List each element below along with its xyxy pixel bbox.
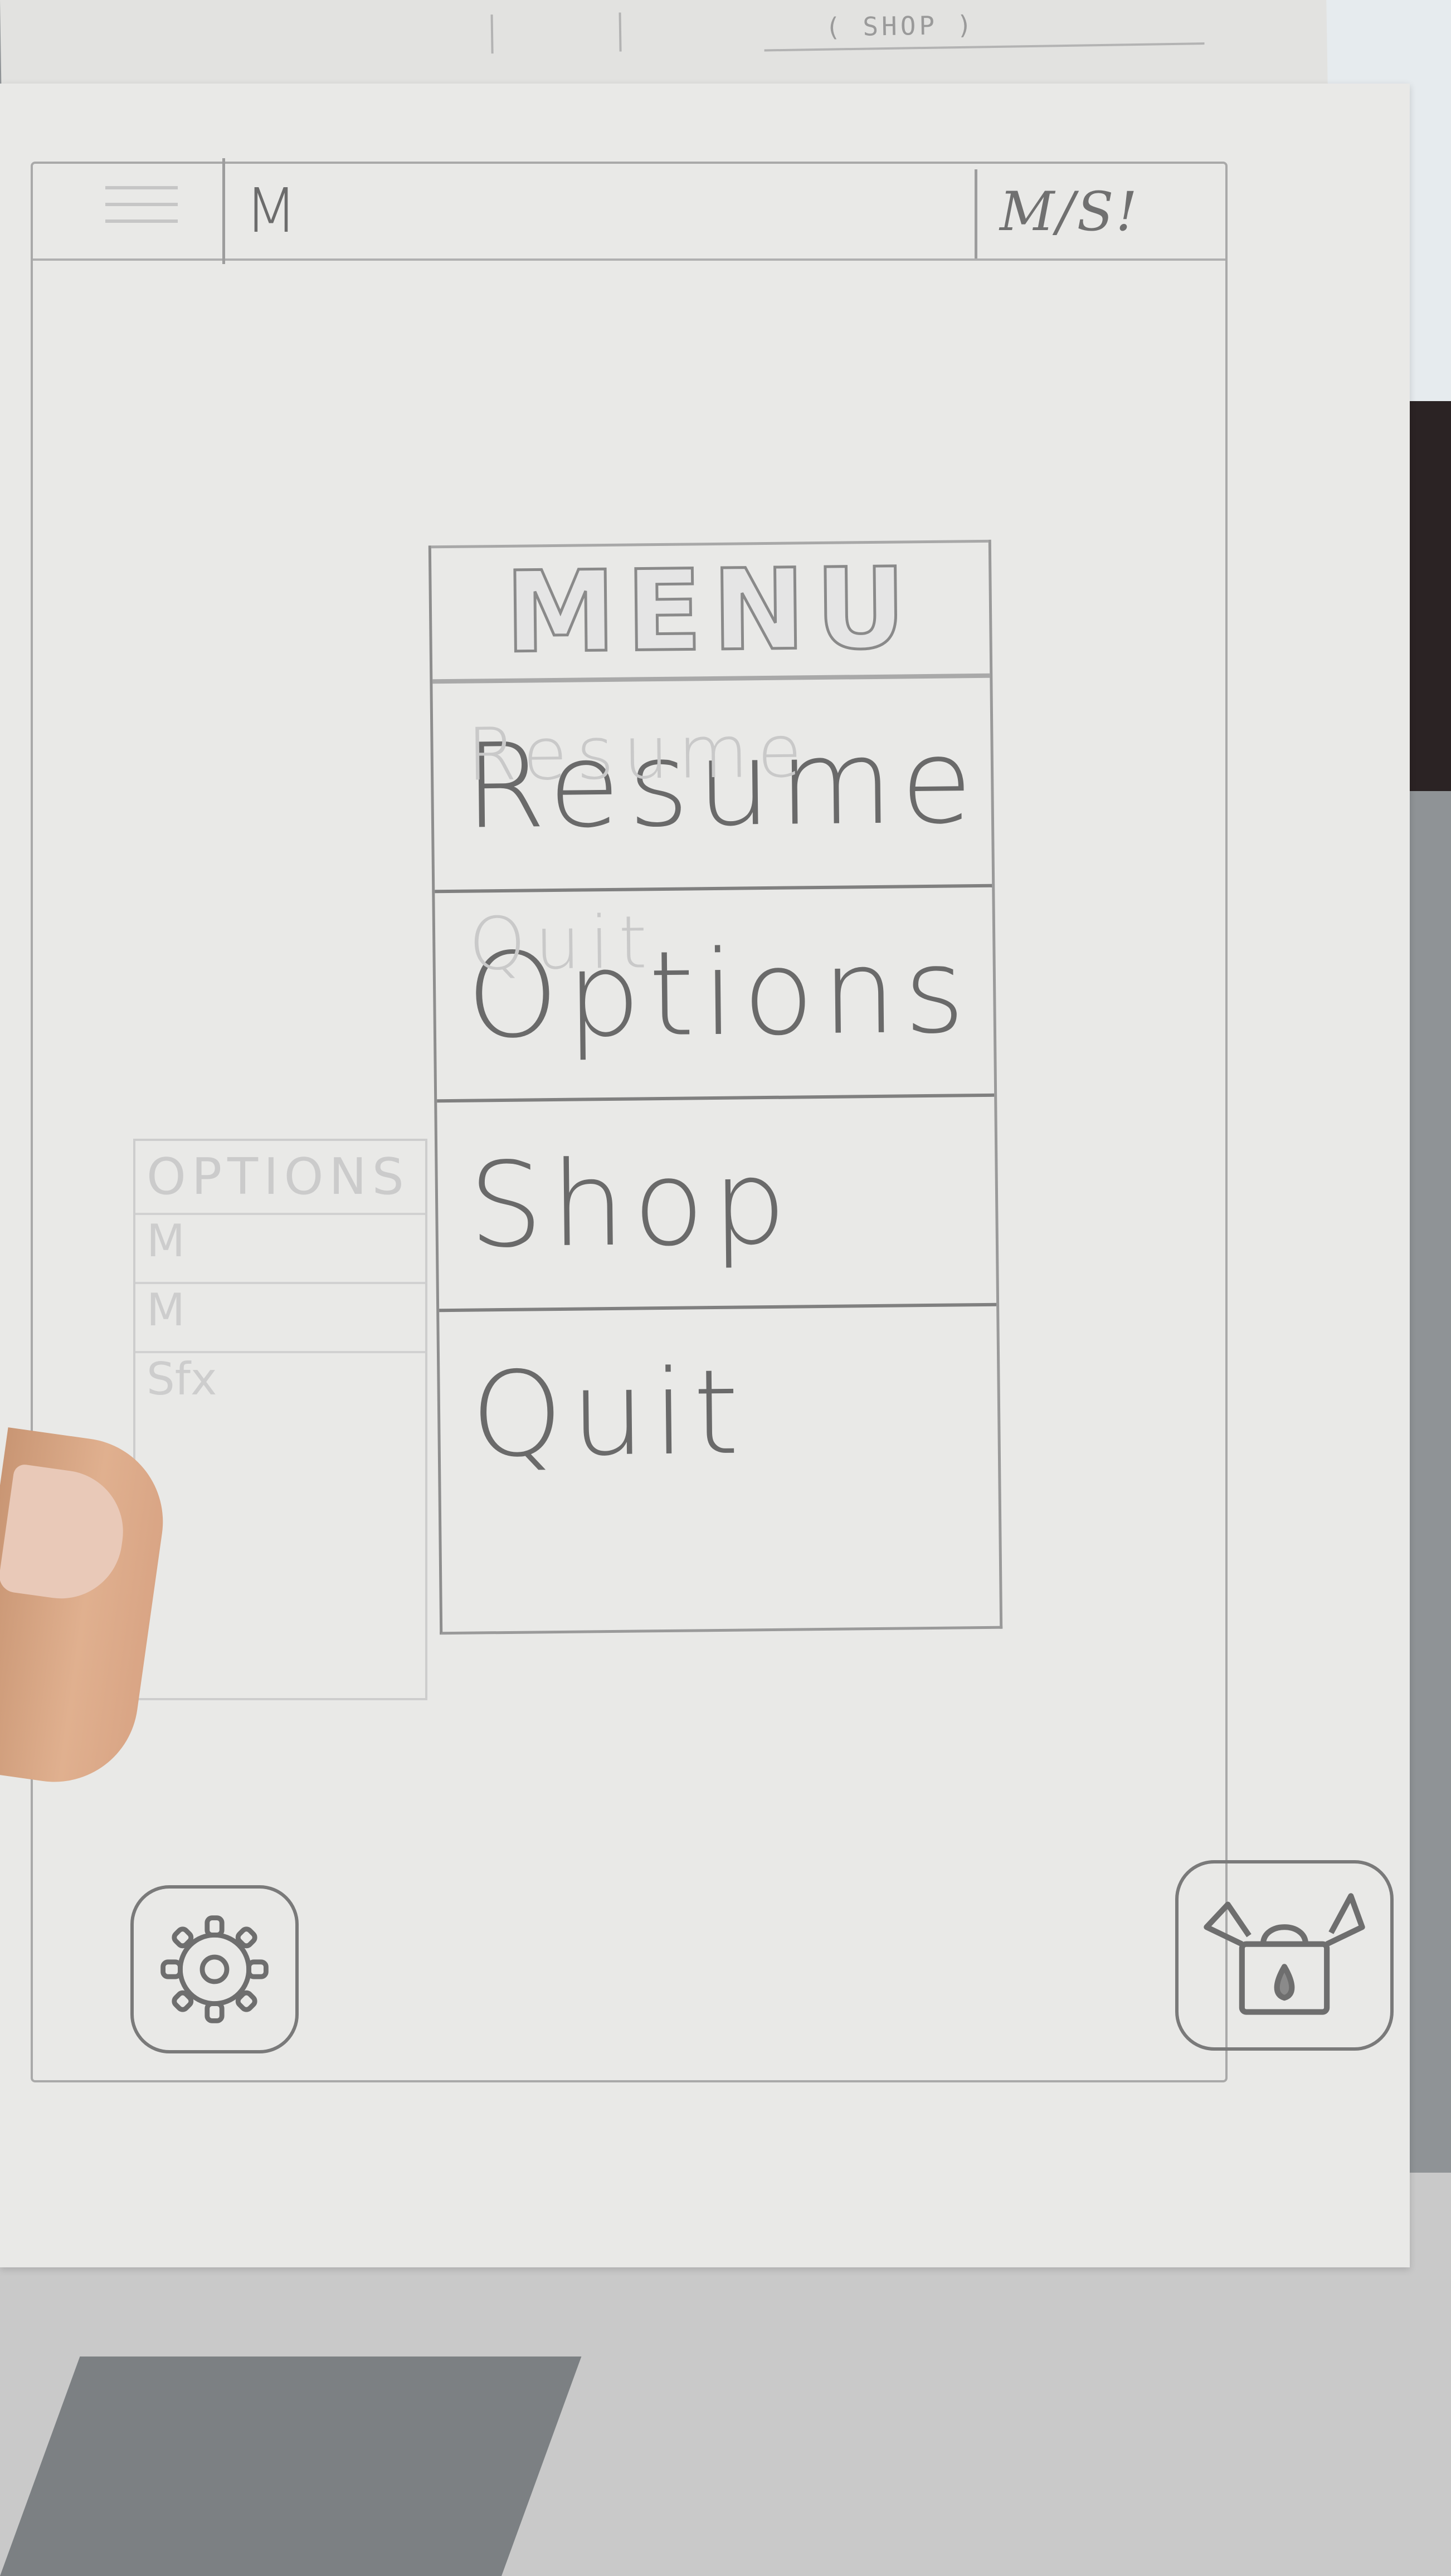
- ghost-options-title: OPTIONS: [147, 1148, 410, 1206]
- ghost-options-row: Sfx: [135, 1351, 425, 1420]
- settings-button[interactable]: [130, 1885, 299, 2053]
- ghost-options-panel: OPTIONS M M Sfx: [133, 1139, 427, 1700]
- menu-item-shop[interactable]: Shop: [437, 1096, 997, 1313]
- top-bar: M M/S!: [33, 158, 1225, 264]
- back-divider: [490, 14, 494, 54]
- topbar-left-label: M: [245, 175, 298, 246]
- shop-bag-icon: [1204, 1893, 1365, 2015]
- back-divider: [619, 12, 622, 52]
- topbar-right-label[interactable]: M/S!: [1000, 180, 1140, 243]
- screen-frame: M M/S! OPTIONS M M Sfx MENU Resume Quit …: [31, 158, 1394, 2082]
- menu-title: MENU: [431, 539, 990, 684]
- ghost-menu-label: Quit: [468, 900, 656, 987]
- topbar-divider: [222, 158, 225, 264]
- back-shop-underline: [764, 42, 1205, 52]
- clothing-fabric: [0, 2357, 582, 2576]
- ghost-options-row: M: [135, 1282, 425, 1351]
- ghost-options-row: M: [135, 1213, 425, 1282]
- topbar-divider: [975, 169, 977, 258]
- pause-menu-panel: MENU Resume Quit Resume Options Shop Qui…: [428, 539, 1003, 1635]
- menu-item-quit[interactable]: Quit: [439, 1306, 999, 1518]
- gear-icon: [160, 1915, 269, 2023]
- shop-button[interactable]: [1175, 1860, 1394, 2051]
- back-shop-label: ( SHOP ): [825, 9, 976, 42]
- hamburger-menu-icon[interactable]: [105, 186, 178, 236]
- ghost-menu-label: Resume: [466, 709, 811, 797]
- wireframe-sheet: M M/S! OPTIONS M M Sfx MENU Resume Quit …: [0, 84, 1410, 2267]
